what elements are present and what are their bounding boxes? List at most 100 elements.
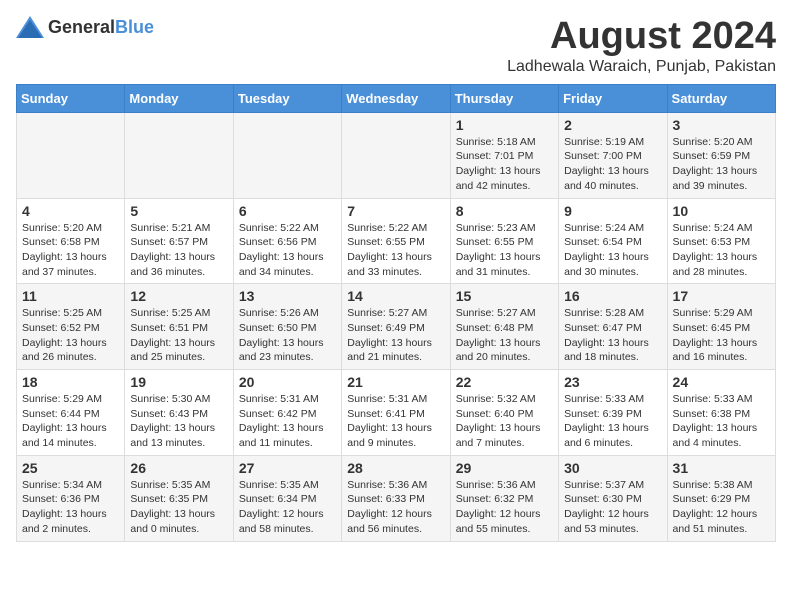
calendar-week-row: 25Sunrise: 5:34 AM Sunset: 6:36 PM Dayli…: [17, 455, 776, 541]
day-info: Sunrise: 5:35 AM Sunset: 6:34 PM Dayligh…: [239, 478, 336, 537]
weekday-header: Wednesday: [342, 84, 450, 112]
day-info: Sunrise: 5:32 AM Sunset: 6:40 PM Dayligh…: [456, 392, 553, 451]
day-info: Sunrise: 5:25 AM Sunset: 6:51 PM Dayligh…: [130, 306, 227, 365]
day-number: 28: [347, 460, 444, 476]
day-number: 23: [564, 374, 661, 390]
calendar-cell: 12 Sunrise: 5:25 AM Sunset: 6:51 PM Dayli…: [125, 284, 233, 370]
calendar-cell: 20 Sunrise: 5:31 AM Sunset: 6:42 PM Dayli…: [233, 370, 341, 456]
day-info: Sunrise: 5:33 AM Sunset: 6:38 PM Dayligh…: [673, 392, 770, 451]
logo-icon: [16, 16, 44, 38]
day-info: Sunrise: 5:36 AM Sunset: 6:32 PM Dayligh…: [456, 478, 553, 537]
page-header: GeneralBlue August 2024 Ladhewala Waraic…: [16, 16, 776, 76]
day-info: Sunrise: 5:27 AM Sunset: 6:49 PM Dayligh…: [347, 306, 444, 365]
month-title: August 2024: [507, 16, 776, 58]
day-number: 27: [239, 460, 336, 476]
day-info: Sunrise: 5:22 AM Sunset: 6:55 PM Dayligh…: [347, 221, 444, 280]
day-info: Sunrise: 5:33 AM Sunset: 6:39 PM Dayligh…: [564, 392, 661, 451]
calendar-cell: 24 Sunrise: 5:33 AM Sunset: 6:38 PM Dayli…: [667, 370, 775, 456]
weekday-header: Monday: [125, 84, 233, 112]
day-info: Sunrise: 5:30 AM Sunset: 6:43 PM Dayligh…: [130, 392, 227, 451]
calendar-cell: 17Sunrise: 5:29 AM Sunset: 6:45 PM Dayli…: [667, 284, 775, 370]
calendar-cell: 13Sunrise: 5:26 AM Sunset: 6:50 PM Dayli…: [233, 284, 341, 370]
weekday-header: Sunday: [17, 84, 125, 112]
calendar-cell: 8 Sunrise: 5:23 AM Sunset: 6:55 PM Daylig…: [450, 198, 558, 284]
calendar-cell: 2Sunrise: 5:19 AM Sunset: 7:00 PM Daylig…: [559, 112, 667, 198]
day-number: 29: [456, 460, 553, 476]
day-number: 4: [22, 203, 119, 219]
calendar-cell: 7 Sunrise: 5:22 AM Sunset: 6:55 PM Daylig…: [342, 198, 450, 284]
calendar-cell: [17, 112, 125, 198]
calendar-cell: 1 Sunrise: 5:18 AM Sunset: 7:01 PM Daylig…: [450, 112, 558, 198]
day-info: Sunrise: 5:36 AM Sunset: 6:33 PM Dayligh…: [347, 478, 444, 537]
day-info: Sunrise: 5:31 AM Sunset: 6:42 PM Dayligh…: [239, 392, 336, 451]
calendar-cell: 3 Sunrise: 5:20 AM Sunset: 6:59 PM Daylig…: [667, 112, 775, 198]
day-info: Sunrise: 5:31 AM Sunset: 6:41 PM Dayligh…: [347, 392, 444, 451]
day-number: 17: [673, 288, 770, 304]
calendar-cell: 6Sunrise: 5:22 AM Sunset: 6:56 PM Daylig…: [233, 198, 341, 284]
calendar-cell: [342, 112, 450, 198]
day-number: 11: [22, 288, 119, 304]
day-number: 24: [673, 374, 770, 390]
weekday-header-row: SundayMondayTuesdayWednesdayThursdayFrid…: [17, 84, 776, 112]
calendar-cell: 22Sunrise: 5:32 AM Sunset: 6:40 PM Dayli…: [450, 370, 558, 456]
calendar-cell: 18Sunrise: 5:29 AM Sunset: 6:44 PM Dayli…: [17, 370, 125, 456]
calendar-cell: [233, 112, 341, 198]
calendar-week-row: 18Sunrise: 5:29 AM Sunset: 6:44 PM Dayli…: [17, 370, 776, 456]
day-number: 1: [456, 117, 553, 133]
day-number: 8: [456, 203, 553, 219]
weekday-header: Friday: [559, 84, 667, 112]
day-info: Sunrise: 5:20 AM Sunset: 6:58 PM Dayligh…: [22, 221, 119, 280]
calendar-cell: 10Sunrise: 5:24 AM Sunset: 6:53 PM Dayli…: [667, 198, 775, 284]
day-number: 31: [673, 460, 770, 476]
day-info: Sunrise: 5:37 AM Sunset: 6:30 PM Dayligh…: [564, 478, 661, 537]
day-number: 26: [130, 460, 227, 476]
day-number: 30: [564, 460, 661, 476]
weekday-header: Tuesday: [233, 84, 341, 112]
day-info: Sunrise: 5:35 AM Sunset: 6:35 PM Dayligh…: [130, 478, 227, 537]
day-info: Sunrise: 5:26 AM Sunset: 6:50 PM Dayligh…: [239, 306, 336, 365]
calendar-cell: 11Sunrise: 5:25 AM Sunset: 6:52 PM Dayli…: [17, 284, 125, 370]
day-number: 25: [22, 460, 119, 476]
day-number: 18: [22, 374, 119, 390]
day-info: Sunrise: 5:23 AM Sunset: 6:55 PM Dayligh…: [456, 221, 553, 280]
calendar-cell: 15Sunrise: 5:27 AM Sunset: 6:48 PM Dayli…: [450, 284, 558, 370]
logo: GeneralBlue: [16, 16, 154, 38]
day-info: Sunrise: 5:20 AM Sunset: 6:59 PM Dayligh…: [673, 135, 770, 194]
calendar-cell: 19 Sunrise: 5:30 AM Sunset: 6:43 PM Dayli…: [125, 370, 233, 456]
calendar-cell: 21 Sunrise: 5:31 AM Sunset: 6:41 PM Dayli…: [342, 370, 450, 456]
day-info: Sunrise: 5:27 AM Sunset: 6:48 PM Dayligh…: [456, 306, 553, 365]
day-info: Sunrise: 5:22 AM Sunset: 6:56 PM Dayligh…: [239, 221, 336, 280]
calendar-cell: 5Sunrise: 5:21 AM Sunset: 6:57 PM Daylig…: [125, 198, 233, 284]
day-number: 20: [239, 374, 336, 390]
day-number: 21: [347, 374, 444, 390]
calendar-cell: 23 Sunrise: 5:33 AM Sunset: 6:39 PM Dayli…: [559, 370, 667, 456]
calendar-cell: 9Sunrise: 5:24 AM Sunset: 6:54 PM Daylig…: [559, 198, 667, 284]
calendar-week-row: 11Sunrise: 5:25 AM Sunset: 6:52 PM Dayli…: [17, 284, 776, 370]
day-info: Sunrise: 5:24 AM Sunset: 6:53 PM Dayligh…: [673, 221, 770, 280]
calendar-body: 1 Sunrise: 5:18 AM Sunset: 7:01 PM Daylig…: [17, 112, 776, 541]
calendar-table: SundayMondayTuesdayWednesdayThursdayFrid…: [16, 84, 776, 542]
day-number: 12: [130, 288, 227, 304]
calendar-cell: 4 Sunrise: 5:20 AM Sunset: 6:58 PM Daylig…: [17, 198, 125, 284]
day-number: 3: [673, 117, 770, 133]
location-title: Ladhewala Waraich, Punjab, Pakistan: [507, 58, 776, 76]
calendar-cell: 16Sunrise: 5:28 AM Sunset: 6:47 PM Dayli…: [559, 284, 667, 370]
weekday-header: Thursday: [450, 84, 558, 112]
calendar-week-row: 1 Sunrise: 5:18 AM Sunset: 7:01 PM Daylig…: [17, 112, 776, 198]
calendar-cell: 28 Sunrise: 5:36 AM Sunset: 6:33 PM Dayli…: [342, 455, 450, 541]
day-info: Sunrise: 5:18 AM Sunset: 7:01 PM Dayligh…: [456, 135, 553, 194]
calendar-cell: 14Sunrise: 5:27 AM Sunset: 6:49 PM Dayli…: [342, 284, 450, 370]
calendar-cell: 27 Sunrise: 5:35 AM Sunset: 6:34 PM Dayli…: [233, 455, 341, 541]
calendar-cell: 29 Sunrise: 5:36 AM Sunset: 6:32 PM Dayli…: [450, 455, 558, 541]
day-number: 19: [130, 374, 227, 390]
logo-blue: Blue: [115, 17, 154, 37]
day-info: Sunrise: 5:19 AM Sunset: 7:00 PM Dayligh…: [564, 135, 661, 194]
calendar-cell: 30 Sunrise: 5:37 AM Sunset: 6:30 PM Dayli…: [559, 455, 667, 541]
day-number: 7: [347, 203, 444, 219]
calendar-cell: 25Sunrise: 5:34 AM Sunset: 6:36 PM Dayli…: [17, 455, 125, 541]
day-info: Sunrise: 5:24 AM Sunset: 6:54 PM Dayligh…: [564, 221, 661, 280]
day-info: Sunrise: 5:38 AM Sunset: 6:29 PM Dayligh…: [673, 478, 770, 537]
day-info: Sunrise: 5:21 AM Sunset: 6:57 PM Dayligh…: [130, 221, 227, 280]
calendar-header: SundayMondayTuesdayWednesdayThursdayFrid…: [17, 84, 776, 112]
title-section: August 2024 Ladhewala Waraich, Punjab, P…: [507, 16, 776, 76]
